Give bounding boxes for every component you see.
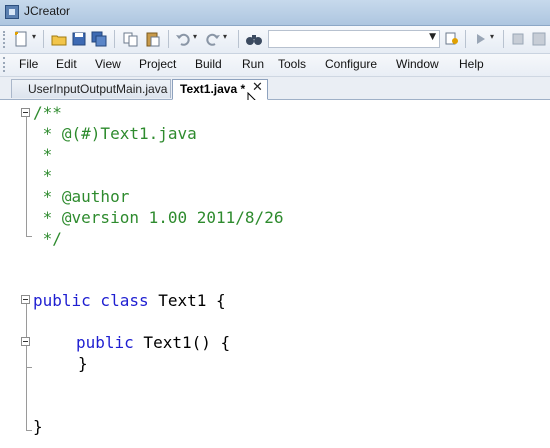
menu-run[interactable]: Run	[242, 57, 264, 71]
code-line: */	[33, 229, 62, 248]
search-combo[interactable]: ▼	[268, 30, 440, 48]
menu-bar: File Edit View Project Build Run Tools C…	[0, 54, 550, 77]
fold-line	[26, 117, 27, 236]
code-line: }	[33, 417, 43, 436]
code-line: }	[78, 354, 88, 373]
menu-file[interactable]: File	[19, 57, 38, 71]
menu-help[interactable]: Help	[459, 57, 484, 71]
menu-project[interactable]: Project	[139, 57, 176, 71]
code-line-constructor: public Text1() {	[76, 332, 230, 353]
find-binoculars-icon[interactable]	[245, 30, 263, 48]
menu-window[interactable]: Window	[396, 57, 439, 71]
save-icon[interactable]	[70, 30, 88, 48]
undo-icon[interactable]	[174, 30, 192, 48]
menu-grip[interactable]	[3, 57, 8, 72]
fold-toggle-constructor[interactable]	[21, 337, 30, 346]
fold-toggle-comment[interactable]	[21, 108, 30, 117]
menu-view[interactable]: View	[95, 57, 121, 71]
menu-build[interactable]: Build	[195, 57, 222, 71]
code-line: * @version 1.00 2011/8/26	[33, 208, 284, 227]
code-line: *	[33, 166, 53, 185]
menu-edit[interactable]: Edit	[56, 57, 77, 71]
toolbar-grip[interactable]	[3, 31, 8, 48]
code-text: Text1() {	[133, 333, 231, 352]
tab-userinputoutputmain[interactable]: UserInputOutputMain.java	[11, 79, 171, 98]
code-editor[interactable]: /** * @(#)Text1.java * * * @author * @ve…	[0, 100, 550, 448]
document-tabs: UserInputOutputMain.java Text1.java *	[0, 77, 550, 100]
code-line: /**	[33, 103, 62, 122]
fold-toggle-class[interactable]	[21, 295, 30, 304]
window-title: JCreator	[24, 4, 71, 18]
redo-icon[interactable]	[204, 30, 222, 48]
save-all-icon[interactable]	[90, 30, 108, 48]
code-line: * @author	[33, 187, 130, 206]
new-file-icon[interactable]	[12, 30, 30, 48]
keyword: public	[76, 333, 134, 352]
copy-icon[interactable]	[122, 30, 140, 48]
title-bar: JCreator	[0, 0, 550, 26]
menu-configure[interactable]: Configure	[325, 57, 377, 71]
chevron-down-icon[interactable]: ▼	[429, 32, 436, 42]
run-icon[interactable]	[471, 30, 489, 48]
stop-icon[interactable]	[509, 30, 527, 48]
menu-tools[interactable]: Tools	[278, 57, 306, 71]
jcreator-icon	[5, 5, 19, 19]
open-folder-icon[interactable]	[50, 30, 68, 48]
code-text: Text1 {	[148, 291, 226, 310]
build-icon[interactable]	[530, 30, 548, 48]
run-dropdown-arrow[interactable]: ▾	[490, 32, 494, 41]
keyword: public class	[33, 291, 149, 310]
code-line: *	[33, 145, 53, 164]
toolbar: ▾ ▾ ▾ ▼ ▾	[0, 26, 550, 54]
paste-icon[interactable]	[144, 30, 162, 48]
redo-dropdown-arrow[interactable]: ▾	[223, 32, 227, 41]
find-in-files-icon[interactable]	[443, 30, 461, 48]
code-line: * @(#)Text1.java	[33, 124, 197, 143]
new-dropdown-arrow[interactable]: ▾	[32, 32, 36, 41]
code-line-class: public class Text1 {	[33, 290, 226, 311]
undo-dropdown-arrow[interactable]: ▾	[193, 32, 197, 41]
